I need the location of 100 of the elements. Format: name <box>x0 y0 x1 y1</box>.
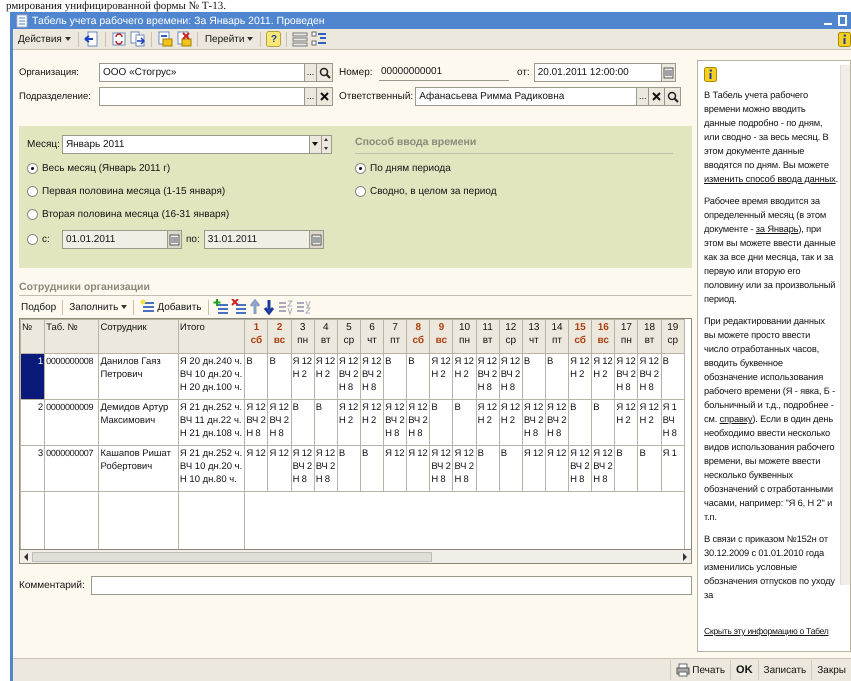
column-header[interactable]: 12 ср <box>499 320 522 354</box>
table-cell: В <box>430 400 453 446</box>
column-header[interactable]: 5 ср <box>337 320 360 354</box>
structure-icon[interactable] <box>311 31 328 47</box>
info-link[interactable]: справку <box>720 414 752 424</box>
calendar-button[interactable] <box>168 230 182 249</box>
clear-button[interactable] <box>317 86 333 106</box>
column-header[interactable]: 7 пт <box>384 320 407 354</box>
info-icon[interactable] <box>838 32 851 46</box>
help-button[interactable]: ? <box>266 31 282 47</box>
table-cell: В <box>661 354 684 400</box>
department-field[interactable] <box>99 86 305 106</box>
radio-button[interactable] <box>355 186 366 197</box>
insert-row-icon[interactable] <box>212 299 229 315</box>
column-header[interactable]: 15 сб <box>568 320 592 354</box>
table-cell: Я 12 ВЧ 2 Н 8 <box>406 400 430 446</box>
add-button[interactable]: Добавить <box>138 298 204 316</box>
column-header[interactable]: 16 вс <box>592 320 615 354</box>
radio-button[interactable] <box>27 186 38 197</box>
actions-menu-button[interactable]: Действия <box>16 32 73 46</box>
calendar-button[interactable] <box>310 230 324 249</box>
select-button[interactable]: ... <box>305 86 317 106</box>
column-header[interactable]: Итого <box>178 320 245 354</box>
info-paragraph: Рабочее время вводится за определенный месяц (в этом документе - за Январь), при этом вы можете ввести данные как за все дни месяца, так и за первую или вторую его половину или за произвольный период. <box>704 195 836 306</box>
search-icon <box>318 66 331 78</box>
search-button[interactable] <box>317 62 333 82</box>
ok-button[interactable]: OK <box>730 660 758 680</box>
document-cross-icon[interactable] <box>176 31 192 47</box>
save-button[interactable]: Записать <box>758 660 812 680</box>
info-link[interactable]: изменить способ ввода данных <box>704 174 836 184</box>
clear-icon <box>650 90 664 102</box>
column-header[interactable]: Таб. № <box>44 320 99 354</box>
refresh-icon[interactable] <box>110 31 127 47</box>
list-icon[interactable] <box>292 31 308 47</box>
radio-button[interactable] <box>27 234 38 245</box>
info-link[interactable]: за Январь <box>756 224 798 234</box>
radio-button[interactable] <box>355 163 366 174</box>
comment-field[interactable] <box>90 576 692 595</box>
column-header[interactable]: 3 пн <box>291 320 314 354</box>
column-header[interactable]: 1 сб <box>244 320 268 354</box>
clear-button[interactable] <box>649 86 666 106</box>
maximize-button[interactable] <box>838 15 847 26</box>
table-cell: Я 12 <box>406 446 430 492</box>
row-number-cell[interactable]: 1 <box>20 354 45 400</box>
radio-button[interactable] <box>27 209 38 220</box>
caret-icon <box>312 142 318 146</box>
search-button[interactable] <box>665 86 682 106</box>
calendar-icon <box>662 66 674 78</box>
row-number-cell[interactable]: 3 <box>20 446 45 492</box>
table-cell: Я 12 ВЧ 2 Н 8 <box>522 400 546 446</box>
column-header[interactable]: 10 пн <box>452 320 476 354</box>
down-arrow-icon[interactable] <box>262 299 275 315</box>
print-button[interactable]: Печать <box>670 660 730 680</box>
column-header[interactable]: 19 ср <box>661 320 684 354</box>
goto-menu-button[interactable]: Перейти <box>202 32 256 46</box>
fill-menu-button[interactable]: Заполнить <box>67 300 130 314</box>
back-arrow-icon[interactable] <box>84 31 100 47</box>
responsible-field[interactable]: Афанасьева Римма Радиковна <box>415 86 638 106</box>
column-header[interactable]: 17 пн <box>614 320 638 354</box>
delete-row-icon[interactable] <box>230 299 247 315</box>
table-cell: Я 12 Н 2 <box>314 354 338 400</box>
radio-button[interactable] <box>27 163 38 174</box>
column-header[interactable]: 14 пт <box>545 320 569 354</box>
month-field[interactable]: Январь 2011 <box>62 134 310 154</box>
documents-arrow-icon[interactable] <box>130 31 146 47</box>
number-field[interactable]: 00000000001 <box>379 63 509 81</box>
table-cell: Я 12 ВЧ 2 Н 8 <box>268 400 292 446</box>
date-field[interactable]: 20.01.2011 12:00:00 <box>534 62 662 82</box>
column-header[interactable]: 2 вс <box>268 320 292 354</box>
calendar-icon <box>169 233 180 246</box>
column-header[interactable]: Сотрудник <box>98 320 178 354</box>
minimize-button[interactable] <box>824 22 832 24</box>
column-header[interactable]: № <box>20 320 45 354</box>
scroll-right-icon[interactable] <box>683 552 687 560</box>
table-cell: В <box>545 354 569 400</box>
horizontal-scrollbar[interactable] <box>19 550 692 564</box>
column-header[interactable]: 18 вт <box>638 320 662 354</box>
calendar-button[interactable] <box>662 62 676 82</box>
column-header[interactable]: 8 сб <box>406 320 430 354</box>
hide-info-link[interactable]: Скрыть эту информацию о Табел <box>704 625 828 637</box>
column-header[interactable]: 6 чт <box>360 320 384 354</box>
dropdown-button[interactable] <box>310 134 322 154</box>
caret-icon <box>121 305 128 309</box>
column-header[interactable]: 13 чт <box>522 320 546 354</box>
vertical-scrollbar[interactable] <box>840 65 850 585</box>
pick-button[interactable]: Подбор <box>19 300 58 314</box>
column-header[interactable]: 9 вс <box>430 320 453 354</box>
table-cell: Я 20 дн.240 ч. ВЧ 10 дн.20 ч. Н 20 дн.100 ч. <box>178 354 245 400</box>
close-button[interactable]: Закры <box>811 660 851 680</box>
organization-field[interactable]: ООО «Стогрус» <box>99 62 305 82</box>
scroll-left-icon[interactable] <box>24 552 28 560</box>
document-stamp-icon[interactable] <box>156 31 173 47</box>
select-button[interactable]: ... <box>305 62 317 82</box>
field-label: Организация: <box>19 66 80 78</box>
select-button[interactable]: ... <box>637 86 650 106</box>
spin-button[interactable] <box>322 134 332 154</box>
column-header[interactable]: 11 вт <box>476 320 500 354</box>
row-number-cell[interactable]: 2 <box>20 400 45 446</box>
column-header[interactable]: 4 вт <box>314 320 338 354</box>
table-cell: В <box>291 400 314 446</box>
